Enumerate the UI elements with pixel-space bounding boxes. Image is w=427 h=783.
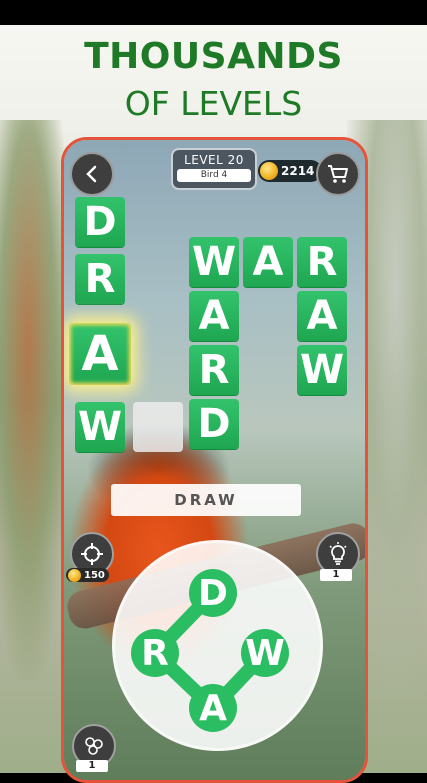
target-cost-badge: 150 [66, 568, 109, 582]
bulbs-icon [85, 737, 103, 755]
grid-tile-highlighted: A [69, 323, 131, 385]
level-indicator: LEVEL 20 Bird 4 [171, 148, 257, 190]
wheel-letter[interactable]: D [189, 569, 237, 617]
level-title: LEVEL 20 [184, 153, 244, 167]
back-button[interactable] [70, 152, 114, 196]
current-guess: DRAW [111, 484, 301, 516]
bulbs-count: 1 [76, 760, 108, 772]
grid-tile: D [75, 197, 125, 247]
grid-tile: W [189, 237, 239, 287]
grid-tile: R [297, 237, 347, 287]
crosshair-icon [81, 543, 103, 565]
grid-tile-empty [133, 402, 183, 452]
wheel-letter[interactable]: A [189, 684, 237, 732]
grid-tile: R [75, 254, 125, 304]
wheel-letter[interactable]: R [131, 629, 179, 677]
phone-frame: LEVEL 20 Bird 4 2214 D R A W W A R A R D… [61, 137, 368, 783]
headline-line1: THOUSANDS [84, 36, 343, 77]
grid-tile: A [243, 237, 293, 287]
grid-tile: W [75, 402, 125, 452]
hint-count: 1 [320, 569, 352, 581]
headline-line2: OF LEVELS [124, 84, 303, 123]
shop-button[interactable] [316, 152, 360, 196]
grid-tile: W [297, 345, 347, 395]
coin-icon [68, 568, 81, 582]
level-subtitle: Bird 4 [177, 169, 251, 182]
grid-tile: A [297, 291, 347, 341]
target-cost: 150 [84, 569, 105, 581]
back-arrow-icon [86, 165, 97, 183]
letter-wheel[interactable]: D R W A [112, 540, 323, 751]
coin-icon [260, 162, 278, 180]
wheel-letter[interactable]: W [241, 629, 289, 677]
lightbulb-icon [329, 542, 347, 565]
grid-tile: D [189, 399, 239, 449]
grid-tile: R [189, 345, 239, 395]
coin-counter: 2214 [258, 160, 322, 182]
coin-count: 2214 [281, 164, 315, 178]
grid-tile: A [189, 291, 239, 341]
background-blur-left [0, 120, 70, 680]
cart-icon [328, 165, 348, 183]
